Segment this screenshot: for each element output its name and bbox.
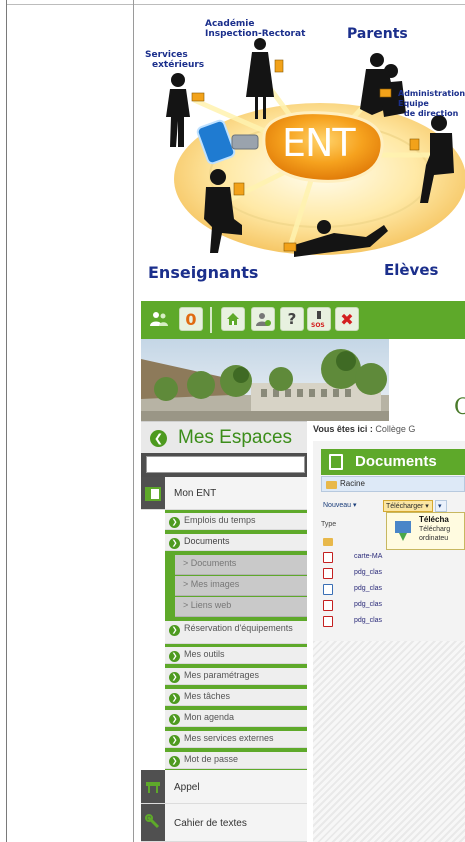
sidebar-search-input[interactable] [146,456,305,473]
breadcrumb-link[interactable]: Collège G [375,424,415,434]
document-file-icon [323,584,333,595]
telecharger-button[interactable]: Télécharger ▾ [383,500,433,512]
ent-illustration: Académie Inspection-Rectorat Parents Ser… [134,5,465,297]
label-eleves: Elèves [384,261,439,279]
sidebar-item-appel[interactable]: Appel [141,770,307,804]
documents-panel: Documents Racine Nouveau ▾ Télécharger ▾… [313,441,465,842]
folder-icon [323,538,333,546]
sidebar-item-documents-sub[interactable]: > Documents [175,555,307,575]
sidebar-nav: Mon ENT ❯ Emplois du temps ❯ Documents >… [141,477,307,842]
nouveau-button[interactable]: Nouveau ▾ [321,500,379,512]
sidebar-item-reservation[interactable]: ❯ Réservation d'équipements [165,621,307,644]
sidebar-item-label: Appel [174,782,200,793]
users-icon[interactable] [147,307,171,331]
sidebar-item-emplois-du-temps[interactable]: ❯ Emplois du temps [165,513,307,530]
breadcrumb: Vous êtes ici : Collège G [313,424,415,434]
ent-icon [145,486,161,502]
sos-icon[interactable]: SOS [307,307,331,331]
notification-counter[interactable]: 0 [179,307,203,331]
sidebar-item-liens-web[interactable]: > Liens web [175,597,307,617]
toolbar-dropdown[interactable]: ▾ [435,500,447,512]
chevron-left-icon[interactable]: ❮ [150,430,167,447]
sidebar-item-cahier-de-textes[interactable]: Cahier de textes [141,804,307,842]
sidebar-title: Mes Espaces [178,427,293,448]
arrow-right-icon: ❯ [169,756,180,767]
arrow-right-icon: ❯ [169,735,180,746]
wrench-icon [145,814,161,830]
help-icon[interactable]: ? [280,307,304,331]
page-frame: Académie Inspection-Rectorat Parents Ser… [0,0,465,842]
label-academie: Académie [205,19,255,29]
sidebar-subitems: ❯ Emplois du temps ❯ Documents > Documen… [165,510,307,770]
arrow-right-icon: ❯ [169,693,180,704]
breadcrumb-prefix: Vous êtes ici : [313,424,373,434]
sidebar-item-mes-outils[interactable]: ❯ Mes outils [165,647,307,664]
label-direction: de direction [404,109,459,118]
appel-icon [145,779,161,795]
folder-icon [326,481,337,489]
download-icon [395,521,411,541]
file-row[interactable]: carte-MA [321,551,465,564]
label-enseignants: Enseignants [148,263,259,282]
ent-toolbar: 0 ? SOS ✖ [141,301,465,339]
close-icon[interactable]: ✖ [335,307,359,331]
arrow-right-icon: ❯ [169,714,180,725]
sidebar-item-documents[interactable]: ❯ Documents [165,534,307,551]
label-equipe: Equipe [398,99,429,108]
file-row[interactable]: pdg_clas [321,583,465,596]
left-divider [6,0,7,842]
documents-header: Documents [321,449,465,475]
file-row[interactable]: pdg_clas [321,599,465,612]
arrow-right-icon: ❯ [169,672,180,683]
label-exterieurs: extérieurs [152,60,205,70]
school-name-initial: C [454,395,465,420]
sidebar-item-mon-ent[interactable]: Mon ENT [141,477,307,510]
sidebar-header[interactable]: ❮ Mes Espaces [141,421,307,453]
ent-logo-text: ENT [282,121,356,165]
sidebar-item-mes-parametrages[interactable]: ❯ Mes paramétrages [165,668,307,685]
home-icon[interactable] [221,307,245,331]
telecharger-tooltip: Télécha Télécharg ordinateu [386,512,465,550]
arrow-right-icon: ❯ [169,625,180,636]
sidebar-item-mes-taches[interactable]: ❯ Mes tâches [165,689,307,706]
pdf-icon [323,552,333,563]
pdf-icon [323,600,333,611]
arrow-right-icon: ❯ [169,651,180,662]
file-row[interactable]: pdg_clas [321,567,465,580]
label-services: Services [145,50,188,60]
sidebar-item-label: Cahier de textes [174,818,247,829]
file-row[interactable]: pdg_clas [321,615,465,628]
label-inspection-rectorat: Inspection-Rectorat [205,29,306,39]
svg-text:SOS: SOS [311,322,325,329]
sidebar-item-mon-agenda[interactable]: ❯ Mon agenda [165,710,307,727]
sidebar-item-services-externes[interactable]: ❯ Mes services externes [165,731,307,748]
arrow-down-icon: ❯ [169,538,180,549]
documents-toolbar: Nouveau ▾ Télécharger ▾ ▾ [321,500,465,512]
sidebar-search-bar [141,453,307,477]
sidebar-item-mes-images[interactable]: > Mes images [175,576,307,596]
profile-icon[interactable] [251,307,275,331]
ent-portal-screenshot: 0 ? SOS ✖ C ❮ Mes Espaces Mon ENT ❯ Empl… [141,301,465,842]
label-parents: Parents [347,26,408,42]
sidebar-item-label: Mon ENT [174,488,217,499]
documents-title: Documents [355,453,437,470]
pdf-icon [323,568,333,579]
arrow-right-icon: ❯ [169,517,180,528]
label-administration: Administration [398,89,465,98]
root-folder-bar[interactable]: Racine [321,476,465,492]
document-icon [329,454,343,470]
pdf-icon [323,616,333,627]
root-folder-label: Racine [340,479,365,488]
sidebar-item-mot-de-passe[interactable]: ❯ Mot de passe [165,752,307,769]
type-column-header: Type [321,521,337,528]
